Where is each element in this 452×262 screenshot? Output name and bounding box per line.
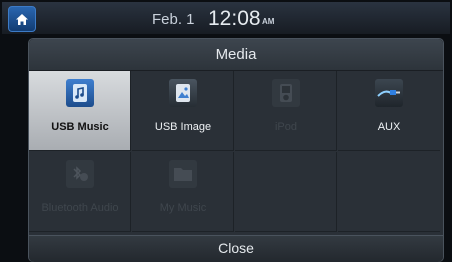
empty-slot <box>338 152 440 232</box>
media-source-label: Bluetooth Audio <box>41 202 119 214</box>
media-source-label: USB Music <box>51 121 109 133</box>
aux-cable-icon <box>375 79 403 107</box>
home-button[interactable] <box>8 6 36 32</box>
media-source-usb-music[interactable]: USB Music <box>29 71 131 151</box>
status-bar: Feb. 1 12:08 AM <box>2 2 450 34</box>
media-source-usb-image[interactable]: USB Image <box>132 71 234 151</box>
media-source-label: USB Image <box>154 121 212 133</box>
screen-frame: Feb. 1 12:08 AM Media USB Music USB Imag… <box>0 0 452 262</box>
media-source-ipod[interactable]: iPod <box>235 71 337 151</box>
media-source-grid: USB Music USB Image iPod AUX Bluetooth A… <box>29 71 443 233</box>
status-date: Feb. 1 <box>152 11 195 28</box>
usb-image-icon <box>169 79 197 107</box>
media-source-label: My Music <box>159 202 207 214</box>
bluetooth-audio-icon <box>66 160 94 188</box>
media-popup-title: Media <box>29 39 443 71</box>
media-source-label: AUX <box>377 121 401 133</box>
close-button[interactable]: Close <box>29 235 443 262</box>
media-source-label: iPod <box>274 121 298 133</box>
media-source-bluetooth-audio[interactable]: Bluetooth Audio <box>29 152 131 232</box>
empty-slot <box>235 152 337 232</box>
media-source-my-music[interactable]: My Music <box>132 152 234 232</box>
home-icon <box>16 13 28 25</box>
status-ampm: AM <box>262 17 275 26</box>
my-music-folder-icon <box>169 160 197 188</box>
usb-music-icon <box>66 79 94 107</box>
status-time: 12:08 <box>208 7 261 30</box>
ipod-icon <box>272 79 300 107</box>
media-popup: Media USB Music USB Image iPod AUX Bluet… <box>28 38 444 262</box>
media-source-aux[interactable]: AUX <box>338 71 440 151</box>
